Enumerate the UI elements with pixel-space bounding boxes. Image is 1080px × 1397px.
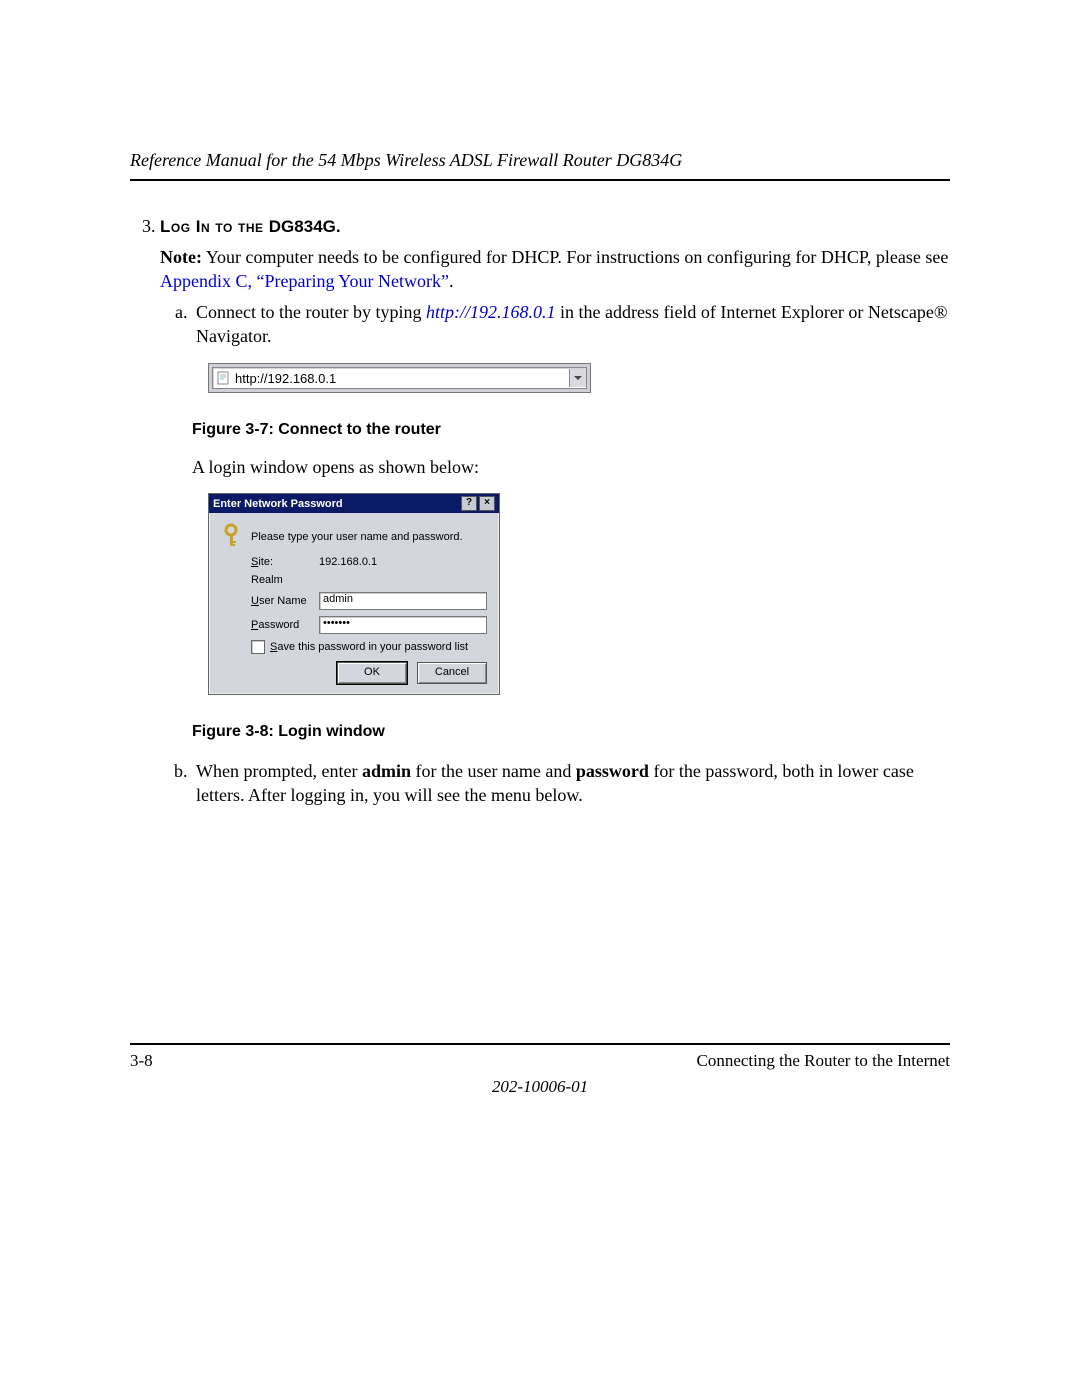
substep-b: When prompted, enter admin for the user …: [192, 759, 950, 808]
login-intro: A login window opens as shown below:: [192, 457, 950, 478]
appendix-link[interactable]: Appendix C, “Preparing Your Network”: [160, 271, 449, 291]
step-title: Log In to the DG834G.: [160, 217, 950, 237]
save-password-checkbox[interactable]: [251, 640, 265, 654]
close-button[interactable]: ×: [479, 496, 495, 511]
ok-button[interactable]: OK: [337, 662, 407, 684]
help-button[interactable]: ?: [461, 496, 477, 511]
page-icon: [217, 371, 231, 385]
step-3: Log In to the DG834G. Note: Your compute…: [160, 216, 950, 808]
site-value: 192.168.0.1: [319, 556, 487, 568]
dialog-prompt: Please type your user name and password.: [251, 531, 463, 543]
address-bar-text: http://192.168.0.1: [235, 371, 569, 386]
dialog-title: Enter Network Password: [213, 498, 343, 510]
doc-number: 202-10006-01: [130, 1077, 950, 1097]
password-label: Password: [251, 619, 319, 631]
page-number: 3-8: [130, 1051, 153, 1071]
password-input[interactable]: •••••••: [319, 616, 487, 634]
substep-a: Connect to the router by typing http://1…: [192, 300, 950, 349]
site-label: Site:: [251, 556, 319, 568]
key-icon: [221, 523, 243, 547]
username-label: User Name: [251, 595, 319, 607]
figure-3-8-caption: Figure 3-8: Login window: [192, 723, 950, 741]
figure-address-bar: http://192.168.0.1: [208, 363, 950, 393]
running-header: Reference Manual for the 54 Mbps Wireles…: [130, 150, 950, 181]
save-password-label: Save this password in your password list: [270, 641, 468, 653]
footer-section: Connecting the Router to the Internet: [696, 1051, 950, 1071]
cancel-button[interactable]: Cancel: [417, 662, 487, 684]
figure-login-dialog: Enter Network Password ? ×: [208, 493, 950, 695]
figure-3-7-caption: Figure 3-7: Connect to the router: [192, 421, 950, 439]
dialog-titlebar: Enter Network Password ? ×: [209, 494, 499, 513]
router-url-link[interactable]: http://192.168.0.1: [426, 302, 556, 322]
dropdown-icon[interactable]: [569, 369, 586, 387]
note-line: Note: Your computer needs to be configur…: [160, 245, 950, 294]
address-bar[interactable]: http://192.168.0.1: [212, 367, 587, 389]
username-input[interactable]: admin: [319, 592, 487, 610]
page-footer: 3-8 Connecting the Router to the Interne…: [130, 1043, 950, 1097]
realm-label: Realm: [251, 574, 319, 586]
